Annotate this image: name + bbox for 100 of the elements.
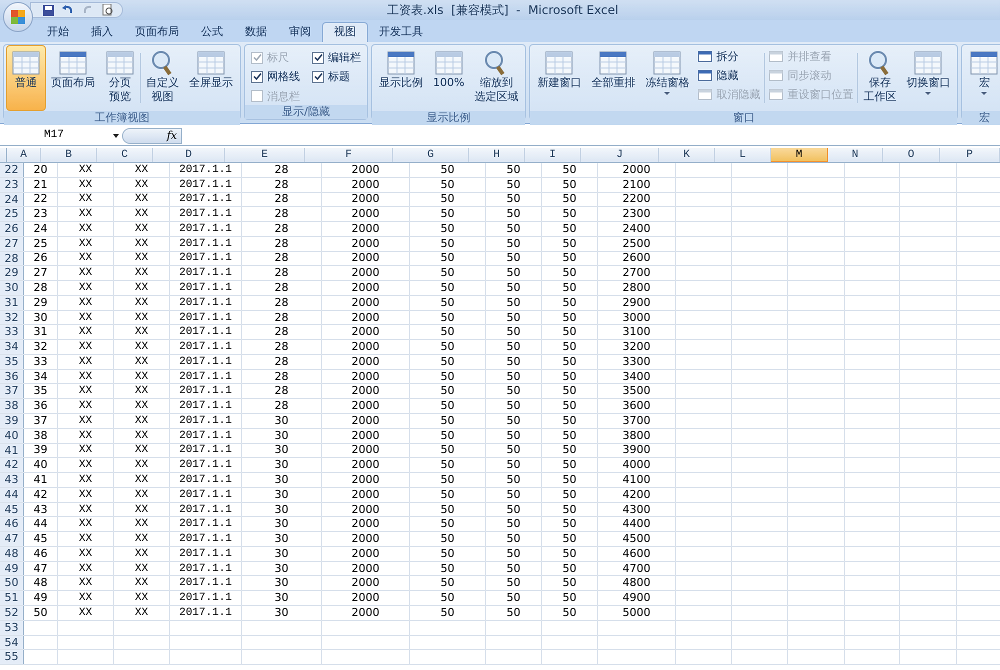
- table-cell: 50: [506, 399, 520, 414]
- checkbox[interactable]: 编辑栏: [312, 49, 361, 66]
- table-cell: XX: [134, 488, 148, 502]
- table-cell: 30: [274, 562, 288, 576]
- column-header[interactable]: G: [393, 148, 469, 162]
- row-header[interactable]: 23: [0, 178, 24, 192]
- column-header[interactable]: P: [940, 148, 1000, 162]
- ribbon-button[interactable]: 分页 预览: [100, 45, 140, 111]
- row-header[interactable]: 28: [0, 252, 24, 266]
- row-header[interactable]: 52: [0, 606, 24, 620]
- row-header[interactable]: 27: [0, 236, 24, 251]
- table-cell: 2400: [622, 222, 650, 236]
- table-cell: 2000: [352, 488, 380, 502]
- row-header[interactable]: 46: [0, 517, 24, 532]
- column-header[interactable]: J: [581, 148, 659, 162]
- row-header[interactable]: 53: [0, 620, 24, 634]
- ribbon-button[interactable]: 自定义 视图: [141, 45, 184, 111]
- table-cell: 2000: [352, 458, 380, 472]
- ribbon-button[interactable]: 100%: [428, 45, 470, 111]
- table-cell: 2017.1.1: [179, 414, 232, 428]
- ribbon-button[interactable]: 普通: [6, 45, 46, 111]
- ribbon-button[interactable]: 宏: [964, 45, 1000, 111]
- row-header[interactable]: 40: [0, 428, 24, 443]
- print-preview-icon[interactable]: [102, 4, 114, 16]
- ribbon-small-button[interactable]: 隐藏: [698, 68, 760, 83]
- row-header[interactable]: 33: [0, 325, 24, 340]
- ribbon-button[interactable]: 全屏显示: [184, 45, 238, 111]
- row-header[interactable]: 37: [0, 384, 24, 398]
- table-cell: 28: [274, 340, 288, 354]
- table-cell: 50: [562, 162, 576, 177]
- row-header[interactable]: 45: [0, 502, 24, 516]
- row-header[interactable]: 24: [0, 192, 24, 206]
- row-header[interactable]: 39: [0, 414, 24, 428]
- row-header[interactable]: 26: [0, 222, 24, 236]
- row-header[interactable]: 47: [0, 532, 24, 546]
- row-header[interactable]: 31: [0, 296, 24, 310]
- row-header[interactable]: 48: [0, 546, 24, 561]
- ribbon-button[interactable]: 页面布局: [46, 45, 100, 111]
- row-header[interactable]: 42: [0, 458, 24, 472]
- ribbon-tab[interactable]: 视图: [322, 22, 368, 42]
- column-header[interactable]: K: [659, 148, 715, 162]
- column-header[interactable]: C: [97, 148, 153, 162]
- row-header[interactable]: 34: [0, 340, 24, 354]
- ribbon-small-button[interactable]: 拆分: [698, 49, 760, 64]
- ribbon-tab[interactable]: 开发工具: [368, 22, 434, 42]
- column-header[interactable]: I: [525, 148, 581, 162]
- column-header[interactable]: N: [828, 148, 883, 162]
- row-header[interactable]: 25: [0, 207, 24, 222]
- column-header[interactable]: H: [469, 148, 525, 162]
- table-cell: XX: [134, 591, 148, 606]
- row-header[interactable]: 38: [0, 399, 24, 414]
- undo-icon[interactable]: [62, 5, 74, 15]
- table-cell: 50: [506, 488, 520, 502]
- row-header[interactable]: 35: [0, 354, 24, 369]
- table-cell: 50: [506, 606, 520, 620]
- ribbon-tab[interactable]: 插入: [80, 22, 124, 42]
- row-header[interactable]: 51: [0, 591, 24, 605]
- column-header[interactable]: B: [41, 148, 97, 162]
- table-cell: 4700: [622, 562, 650, 576]
- column-header[interactable]: E: [225, 148, 305, 162]
- checkbox[interactable]: 网格线: [251, 68, 300, 86]
- ribbon-button[interactable]: 保存 工作区: [858, 45, 902, 111]
- table-cell: 50: [440, 546, 454, 561]
- table-cell: 50: [562, 517, 576, 532]
- ribbon-tab[interactable]: 开始: [36, 22, 80, 42]
- column-header[interactable]: F: [305, 148, 393, 162]
- save-icon[interactable]: [43, 4, 54, 16]
- ribbon-button[interactable]: 冻结窗格: [640, 45, 694, 111]
- ribbon-tab[interactable]: 页面布局: [124, 22, 190, 42]
- row-header[interactable]: 29: [0, 266, 24, 280]
- ribbon-button[interactable]: 显示比例: [374, 45, 428, 111]
- row-header[interactable]: 32: [0, 310, 24, 324]
- column-header[interactable]: M: [771, 148, 828, 162]
- row-header[interactable]: 41: [0, 444, 24, 458]
- row-header[interactable]: 36: [0, 370, 24, 384]
- column-header[interactable]: O: [883, 148, 940, 162]
- ribbon-button[interactable]: 切换窗口: [901, 45, 956, 111]
- ribbon-button[interactable]: 全部重排: [586, 45, 640, 111]
- column-header[interactable]: D: [153, 148, 225, 162]
- table-cell: 45: [34, 532, 48, 546]
- row-header[interactable]: 55: [0, 650, 24, 664]
- row-header[interactable]: 43: [0, 473, 24, 487]
- row-header[interactable]: 30: [0, 281, 24, 295]
- insert-function-button[interactable]: fx: [122, 128, 182, 144]
- row-header[interactable]: 22: [0, 163, 24, 177]
- row-header[interactable]: 54: [0, 636, 24, 650]
- table-cell: 4800: [622, 576, 650, 590]
- table-cell: 30: [274, 532, 288, 546]
- checkbox[interactable]: 标题: [312, 68, 361, 86]
- row-header[interactable]: 49: [0, 562, 24, 576]
- ribbon-tab[interactable]: 审阅: [278, 22, 322, 42]
- table-cell: 2017.1.1: [179, 384, 232, 398]
- table-cell: 3500: [622, 384, 650, 398]
- ribbon-button[interactable]: 缩放到 选定区域: [469, 45, 524, 111]
- row-header[interactable]: 50: [0, 576, 24, 590]
- ribbon-button[interactable]: 新建窗口: [532, 45, 586, 111]
- ribbon-tab[interactable]: 数据: [234, 22, 278, 42]
- column-header[interactable]: A: [7, 148, 41, 162]
- ribbon-tab[interactable]: 公式: [190, 22, 234, 42]
- row-header[interactable]: 44: [0, 488, 24, 502]
